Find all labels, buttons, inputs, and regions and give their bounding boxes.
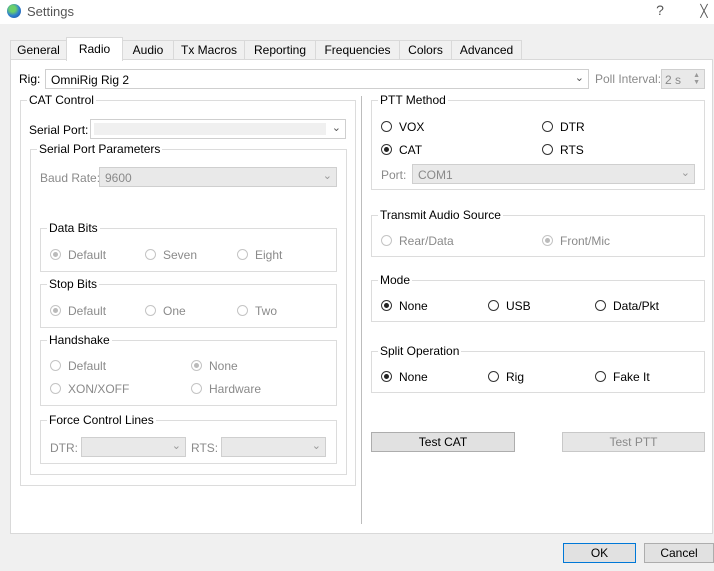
- window-title: Settings: [27, 4, 74, 19]
- serial-port-parameters-group: Serial Port Parameters Baud Rate: 9600 ⌄…: [30, 142, 347, 475]
- tab-audio[interactable]: Audio: [122, 40, 174, 60]
- column-separator: [361, 96, 362, 524]
- dtr-label: DTR:: [50, 441, 78, 455]
- chevron-down-icon: ⌄: [311, 440, 321, 452]
- mode-title: Mode: [378, 273, 413, 287]
- close-button[interactable]: ╳: [694, 4, 714, 18]
- chevron-down-icon: ⌄: [171, 440, 181, 452]
- baud-rate-label: Baud Rate:: [40, 171, 101, 185]
- rig-select[interactable]: OmniRig Rig 2 ⌄: [45, 69, 589, 89]
- ptt-port-label: Port:: [381, 168, 407, 182]
- ptt-method-title: PTT Method: [378, 93, 448, 107]
- force-control-lines-group: Force Control Lines DTR: ⌄ RTS: ⌄: [40, 413, 337, 464]
- baud-rate-select[interactable]: 9600 ⌄: [99, 167, 337, 187]
- ptt-port-select[interactable]: COM1 ⌄: [412, 164, 695, 184]
- transmit-audio-source-title: Transmit Audio Source: [378, 208, 503, 222]
- poll-interval-value: 2 s: [665, 73, 682, 87]
- poll-interval-spinbox[interactable]: 2 s ▲ ▼: [661, 69, 705, 89]
- transmit-audio-source-group: Transmit Audio Source Rear/Data Front/Mi…: [371, 208, 705, 257]
- rig-label: Rig:: [19, 72, 41, 86]
- tab-reporting[interactable]: Reporting: [244, 40, 316, 60]
- radio-tab-panel: Rig: OmniRig Rig 2 ⌄ Poll Interval: 2 s …: [10, 59, 713, 534]
- handshake-title: Handshake: [47, 333, 112, 347]
- chevron-down-icon: ⌄: [574, 72, 584, 84]
- tab-advanced[interactable]: Advanced: [451, 40, 522, 60]
- stop-bits-group: Stop Bits Default One Two: [40, 277, 337, 328]
- serial-port-value: [94, 123, 326, 135]
- ok-button[interactable]: OK: [563, 543, 636, 563]
- tab-general[interactable]: General: [10, 40, 67, 60]
- split-operation-title: Split Operation: [378, 344, 462, 358]
- stop-bits-title: Stop Bits: [47, 277, 100, 291]
- baud-rate-value: 9600: [105, 171, 132, 185]
- split-operation-group: Split Operation None Rig Fake It: [371, 344, 705, 393]
- cat-control-group: CAT Control Serial Port: ⌄ Serial Port P…: [20, 93, 356, 486]
- tab-radio[interactable]: Radio: [66, 37, 123, 61]
- ptt-method-group: PTT Method VOX DTR CAT RTS Port: COM1 ⌄: [371, 93, 705, 190]
- test-cat-button[interactable]: Test CAT: [371, 432, 515, 452]
- cancel-button[interactable]: Cancel: [644, 543, 714, 563]
- tab-colors[interactable]: Colors: [399, 40, 452, 60]
- force-control-lines-title: Force Control Lines: [47, 413, 156, 427]
- chevron-down-icon: ⌄: [322, 170, 332, 182]
- serial-port-label: Serial Port:: [29, 123, 89, 137]
- globe-icon: [7, 4, 21, 18]
- mode-group: Mode None USB Data/Pkt: [371, 273, 705, 322]
- data-bits-group: Data Bits Default Seven Eight: [40, 221, 337, 272]
- ptt-port-value: COM1: [418, 168, 453, 182]
- handshake-group: Handshake Default None XON/XOFF Hardware: [40, 333, 337, 406]
- serial-port-select[interactable]: ⌄: [90, 119, 346, 139]
- tab-frequencies[interactable]: Frequencies: [315, 40, 400, 60]
- tab-tx-macros[interactable]: Tx Macros: [173, 40, 245, 60]
- poll-interval-label: Poll Interval:: [595, 72, 662, 86]
- title-bar: [0, 0, 714, 24]
- spin-arrows-icon[interactable]: ▲ ▼: [693, 72, 700, 86]
- rig-value: OmniRig Rig 2: [51, 73, 130, 87]
- cat-control-title: CAT Control: [27, 93, 96, 107]
- dtr-select[interactable]: ⌄: [81, 437, 186, 457]
- test-ptt-button[interactable]: Test PTT: [562, 432, 705, 452]
- rts-select[interactable]: ⌄: [221, 437, 326, 457]
- data-bits-title: Data Bits: [47, 221, 100, 235]
- serial-port-parameters-title: Serial Port Parameters: [37, 142, 163, 156]
- tab-bar: General Radio Audio Tx Macros Reporting …: [10, 37, 522, 61]
- chevron-down-icon: ⌄: [331, 122, 341, 134]
- rts-label: RTS:: [191, 441, 219, 455]
- chevron-down-icon: ⌄: [680, 167, 690, 179]
- help-button[interactable]: ?: [650, 2, 670, 18]
